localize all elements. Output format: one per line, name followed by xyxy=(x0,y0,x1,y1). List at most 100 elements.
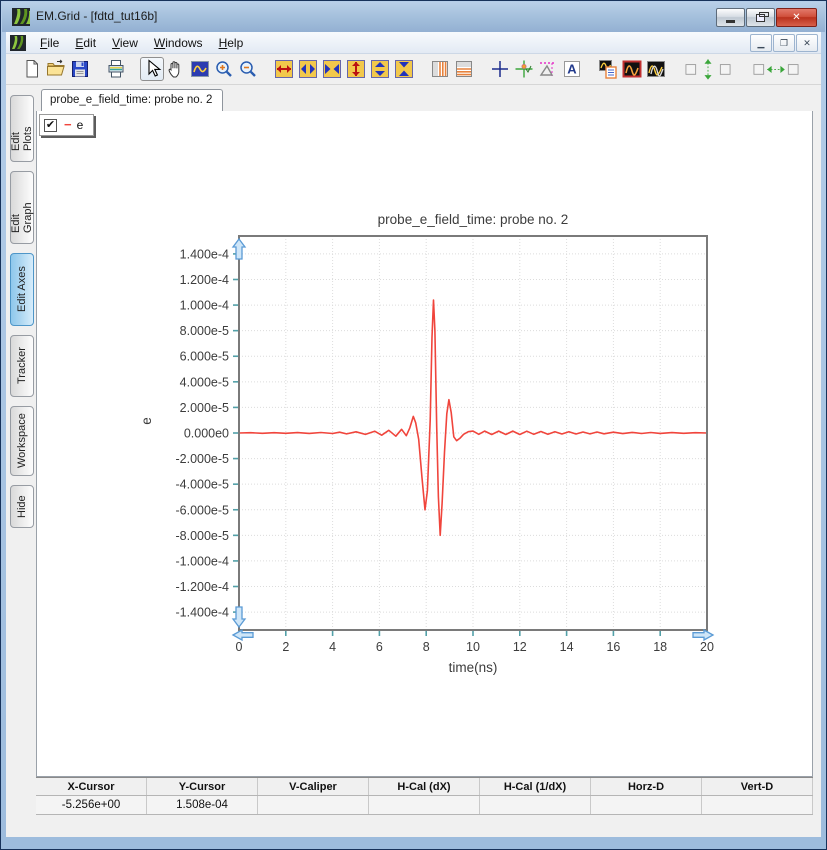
status-header-vert-d: Vert-D xyxy=(702,778,813,795)
sidebar-tab-workspace[interactable]: Workspace xyxy=(10,406,34,476)
y-tick-label: -6.000e-5 xyxy=(175,503,229,517)
sidebar-tabs: Edit Plots Edit Graph Edit Axes Tracker Work… xyxy=(6,85,38,837)
x-tick-label: 18 xyxy=(653,640,667,654)
legend-series-label: e xyxy=(76,118,84,132)
sidebar-tab-edit-axes[interactable]: Edit Axes xyxy=(10,253,34,326)
child-close-button[interactable]: ✕ xyxy=(796,34,818,52)
status-value-7 xyxy=(702,796,813,814)
app-logo-icon xyxy=(12,8,30,26)
plot-canvas: ✔ − e probe_e_field_time: probe no. 2 1.4… xyxy=(36,111,813,777)
toolbar-group-gap xyxy=(128,69,140,70)
save-icon[interactable] xyxy=(68,57,92,81)
toolbar-group-gap xyxy=(92,69,104,70)
status-header-horz-d: Horz-D xyxy=(591,778,702,795)
y-tick-label: 1.400e-4 xyxy=(180,247,229,261)
child-restore-button[interactable]: ❐ xyxy=(773,34,795,52)
sidebar-tab-edit-graph[interactable]: Edit Graph xyxy=(10,171,34,244)
horizontal-bars-icon[interactable] xyxy=(452,57,476,81)
y-tick-label: -4.000e-5 xyxy=(175,478,229,492)
sidebar-tab-edit-plots[interactable]: Edit Plots xyxy=(10,95,34,162)
x-axis-label: time(ns) xyxy=(449,660,498,675)
window-title: EM.Grid - [fdtd_tut16b] xyxy=(36,9,158,23)
window-close-button[interactable]: ✕ xyxy=(776,8,817,27)
y-tick-label: 8.000e-5 xyxy=(180,324,229,338)
sidebar-tab-tracker[interactable]: Tracker xyxy=(10,335,34,397)
zoom-out-icon[interactable] xyxy=(236,57,260,81)
x-tick-label: 6 xyxy=(376,640,383,654)
y-tick-label: 2.000e-5 xyxy=(180,401,229,415)
status-header-v-caliper: V-Caliper xyxy=(258,778,369,795)
axis-drag-handle[interactable] xyxy=(231,606,247,629)
menu-file[interactable]: File xyxy=(32,34,67,52)
workspace: Edit Plots Edit Graph Edit Axes Tracker Work… xyxy=(6,85,821,837)
legend-line-sample: − xyxy=(64,116,72,132)
window-restore-button[interactable] xyxy=(746,8,775,27)
y-tick-label: 0.000e0 xyxy=(184,427,229,441)
y-axis-label: e xyxy=(139,417,154,425)
single-trace-icon[interactable] xyxy=(620,57,644,81)
select-cursor-icon[interactable] xyxy=(140,57,164,81)
crosshair-plus-icon[interactable] xyxy=(488,57,512,81)
print-icon[interactable] xyxy=(104,57,128,81)
status-value-2: 1.508e-04 xyxy=(147,796,258,814)
vertical-bars-icon[interactable] xyxy=(428,57,452,81)
y-tick-label: 4.000e-5 xyxy=(180,375,229,389)
svg-text:A: A xyxy=(567,62,577,77)
status-header-y-cursor: Y-Cursor xyxy=(147,778,258,795)
status-value-6 xyxy=(591,796,702,814)
axis-drag-handle[interactable] xyxy=(692,628,715,642)
toolbar-group-gap xyxy=(584,69,596,70)
axis-drag-handle[interactable] xyxy=(231,628,254,642)
legend-checkbox[interactable]: ✔ xyxy=(44,118,57,132)
chart[interactable]: probe_e_field_time: probe no. 2 1.400e-4 1… xyxy=(137,206,777,706)
status-value-4 xyxy=(369,796,480,814)
toolbar-group-gap xyxy=(668,69,680,70)
axis-drag-handle[interactable] xyxy=(231,237,247,260)
menu-bar: File Edit View Windows Help ▁ ❐ ✕ xyxy=(6,32,821,54)
y-tick-label: -1.200e-4 xyxy=(175,580,229,594)
legend-box: ✔ − e xyxy=(39,114,95,136)
narrow-y-icon[interactable] xyxy=(392,57,416,81)
status-value-1: -5.256e+00 xyxy=(36,796,147,814)
title-bar[interactable]: EM.Grid - [fdtd_tut16b] ✕ xyxy=(2,2,825,32)
open-file-icon[interactable] xyxy=(44,57,68,81)
toolbar-group-gap xyxy=(416,69,428,70)
x-tick-label: 20 xyxy=(700,640,714,654)
expand-y-red-icon[interactable] xyxy=(344,57,368,81)
x-tick-label: 8 xyxy=(423,640,430,654)
widen-y-icon[interactable] xyxy=(368,57,392,81)
fit-horizontal-toggle-icon[interactable] xyxy=(748,57,804,81)
child-minimize-button[interactable]: ▁ xyxy=(750,34,772,52)
expand-x-red-icon[interactable] xyxy=(272,57,296,81)
widen-x-icon[interactable] xyxy=(296,57,320,81)
status-value-3 xyxy=(258,796,369,814)
zoom-in-icon[interactable] xyxy=(212,57,236,81)
zoom-region-icon[interactable] xyxy=(188,57,212,81)
sidebar-tab-hide[interactable]: Hide xyxy=(10,485,34,528)
menu-view[interactable]: View xyxy=(104,34,146,52)
graph-with-legend-icon[interactable] xyxy=(596,57,620,81)
status-header-h-cal-1-dx-: H-Cal (1/dX) xyxy=(480,778,591,795)
chart-title: probe_e_field_time: probe no. 2 xyxy=(378,212,569,227)
status-header-x-cursor: X-Cursor xyxy=(36,778,147,795)
window-minimize-button[interactable] xyxy=(716,8,745,27)
text-annotation-icon[interactable]: A xyxy=(560,57,584,81)
narrow-x-icon[interactable] xyxy=(320,57,344,81)
menu-windows[interactable]: Windows xyxy=(146,34,211,52)
fit-vertical-toggle-icon[interactable] xyxy=(680,57,736,81)
toolbar-group-gap xyxy=(260,69,272,70)
menu-help[interactable]: Help xyxy=(211,34,252,52)
document-tab[interactable]: probe_e_field_time: probe no. 2 xyxy=(41,89,224,112)
dual-trace-icon[interactable] xyxy=(644,57,668,81)
x-tick-label: 14 xyxy=(560,640,574,654)
caliper-triangle-icon[interactable] xyxy=(536,57,560,81)
menu-edit[interactable]: Edit xyxy=(67,34,104,52)
toolbar: A xyxy=(6,54,821,85)
pan-hand-icon[interactable] xyxy=(164,57,188,81)
x-tick-label: 4 xyxy=(329,640,336,654)
status-value-5 xyxy=(480,796,591,814)
toolbar-group-gap xyxy=(476,69,488,70)
tracker-crosshair-icon[interactable] xyxy=(512,57,536,81)
new-file-icon[interactable] xyxy=(20,57,44,81)
document-icon xyxy=(10,34,26,51)
